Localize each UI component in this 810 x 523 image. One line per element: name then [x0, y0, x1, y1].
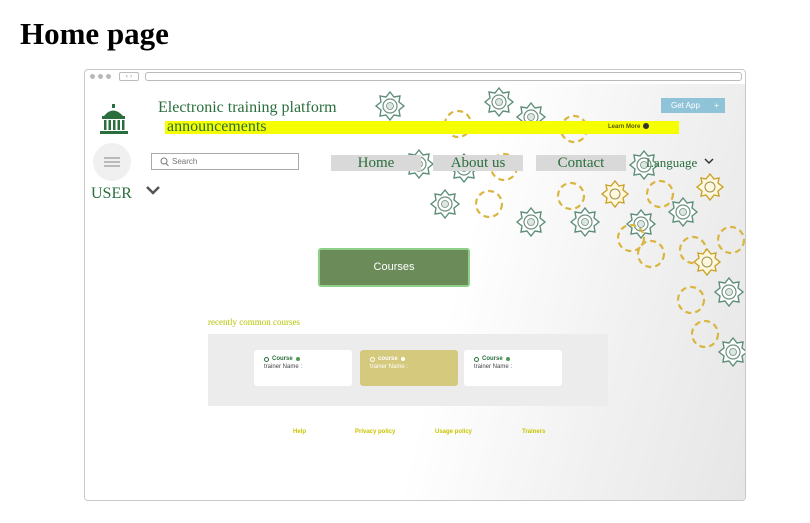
url-bar[interactable] — [145, 72, 742, 81]
search-input[interactable] — [172, 154, 292, 169]
language-chevron-down-icon[interactable] — [703, 157, 715, 166]
course-trainer: trainer Name : — [370, 364, 409, 370]
search-box[interactable] — [151, 153, 299, 170]
window-dot-icon — [98, 74, 103, 79]
islamic-pattern-decoration — [375, 87, 745, 367]
nav-about-button[interactable]: About us — [433, 155, 523, 171]
nav-home-button[interactable]: Home — [331, 155, 421, 171]
window-dot-icon — [106, 74, 111, 79]
browser-mockup: ‹ › Electronic training platform announc… — [84, 69, 746, 501]
status-dot-icon — [295, 357, 300, 361]
courses-button[interactable]: Courses — [318, 248, 470, 287]
eye-icon — [474, 356, 479, 362]
user-chevron-down-icon[interactable] — [145, 184, 161, 196]
status-dot-icon — [505, 357, 510, 361]
capitol-logo-icon[interactable] — [99, 104, 129, 136]
arrow-circle-icon — [643, 123, 650, 129]
course-title: course — [378, 356, 398, 362]
learn-more-label: Learn More — [608, 124, 641, 130]
course-card[interactable]: Course trainer Name : — [254, 350, 352, 386]
back-forward-icon[interactable]: ‹ › — [119, 72, 139, 81]
course-title: Course — [482, 356, 503, 362]
get-app-label: Get App — [671, 101, 700, 110]
language-selector[interactable]: Language — [646, 155, 697, 171]
page-content: Electronic training platform announcemen… — [85, 84, 745, 500]
eye-icon — [370, 356, 375, 362]
status-dot-icon — [400, 357, 405, 361]
footer-usage-link[interactable]: Usage policy — [435, 429, 472, 435]
browser-toolbar: ‹ › — [85, 70, 745, 84]
site-title: Electronic training platform — [158, 99, 337, 116]
learn-more-link[interactable]: Learn More — [608, 123, 650, 130]
course-title: Course — [272, 356, 293, 362]
user-label[interactable]: USER — [91, 185, 132, 203]
footer-trainers-link[interactable]: Trainers — [522, 429, 545, 435]
get-app-button[interactable]: Get App + — [661, 98, 725, 113]
window-dot-icon — [90, 74, 95, 79]
course-trainer: trainer Name : — [474, 364, 513, 370]
eye-icon — [264, 356, 269, 362]
course-card-selected[interactable]: course trainer Name : — [360, 350, 458, 386]
footer-privacy-link[interactable]: Privacy policy — [355, 429, 395, 435]
course-card[interactable]: Course trainer Name : — [464, 350, 562, 386]
announcement-text: announcements — [167, 118, 267, 135]
footer-help-link[interactable]: Help — [293, 429, 306, 435]
search-icon — [160, 157, 169, 167]
hamburger-icon — [104, 155, 120, 169]
recent-courses-panel: Course trainer Name : course trainer Nam… — [208, 334, 608, 406]
hamburger-menu-button[interactable] — [93, 143, 131, 181]
recent-courses-heading: recently common courses — [208, 317, 300, 327]
document-heading: Home page — [20, 16, 169, 51]
course-trainer: trainer Name : — [264, 364, 303, 370]
announcement-bar[interactable]: announcements Learn More — [165, 118, 679, 135]
nav-contact-button[interactable]: Contact — [536, 155, 626, 171]
plus-icon: + — [714, 101, 719, 110]
